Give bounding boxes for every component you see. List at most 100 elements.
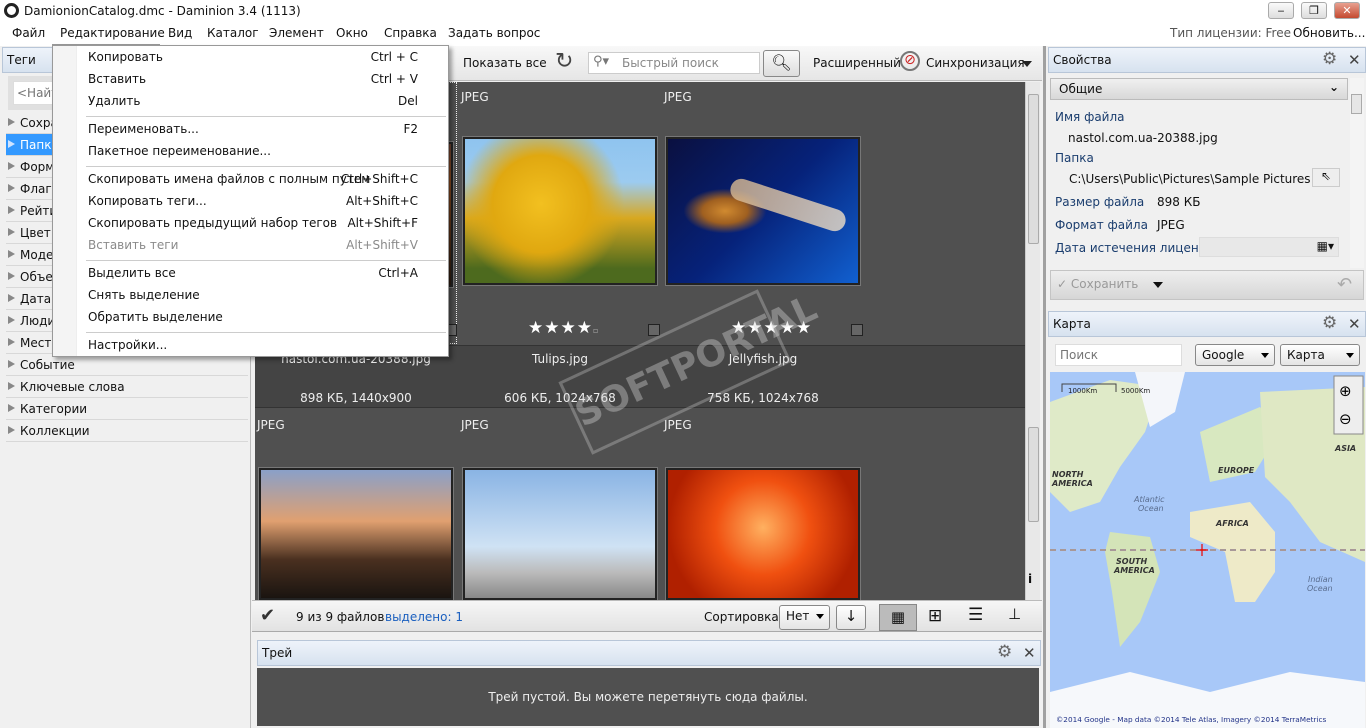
item-checkbox[interactable] <box>648 324 660 336</box>
expand-arrow-icon[interactable] <box>8 426 15 434</box>
quick-search-input[interactable]: ⚲▾ Быстрый поиск <box>588 52 760 74</box>
check-icon[interactable]: ✔ <box>260 605 275 626</box>
expand-arrow-icon[interactable] <box>8 250 15 258</box>
menu-help[interactable]: Справка <box>384 26 437 40</box>
menu-window[interactable]: Окно <box>336 26 368 40</box>
expand-arrow-icon[interactable] <box>8 228 15 236</box>
advanced-search-button[interactable]: Расширенный <box>813 56 901 70</box>
world-map[interactable]: 1000Km 5000Km ⊕ ⊖ NORTH AMERICA EUROPE A… <box>1050 372 1365 728</box>
expand-arrow-icon[interactable] <box>8 294 15 302</box>
thumbnail-chrysanthemum[interactable] <box>665 467 861 601</box>
expand-arrow-icon[interactable] <box>8 360 15 368</box>
minimize-button[interactable]: ‒ <box>1268 2 1294 19</box>
sync-button[interactable]: Синхронизация <box>926 56 1025 70</box>
star-icon[interactable]: ★ <box>561 318 577 338</box>
gear-icon[interactable]: ⚙ <box>1322 313 1337 333</box>
info-icon[interactable]: i <box>1028 572 1032 586</box>
menu-item[interactable]: Обратить выделение <box>88 310 418 324</box>
tree-item[interactable]: Событие <box>6 354 248 376</box>
menu-item[interactable]: Элемент <box>269 26 324 40</box>
view-filmstrip-icon[interactable]: ⊥ <box>1008 605 1021 623</box>
search-dropdown-icon[interactable]: ⚲▾ <box>593 54 609 69</box>
menu-ask-question[interactable]: Задать вопрос <box>448 26 540 40</box>
sort-select[interactable]: Нет <box>779 605 830 630</box>
close-icon[interactable]: ✕ <box>1348 315 1361 333</box>
zoom-slider[interactable] <box>1028 427 1039 522</box>
gear-icon[interactable]: ⚙ <box>997 642 1012 662</box>
undo-icon[interactable]: ↶ <box>1337 274 1352 295</box>
sync-dropdown-icon[interactable] <box>1022 61 1032 67</box>
save-dropdown-icon[interactable] <box>1153 282 1163 288</box>
menu-item[interactable]: Выделить все Ctrl+A <box>88 266 418 280</box>
menu-item[interactable]: Настройки... <box>88 338 418 352</box>
thumbnail-jellyfish[interactable] <box>665 136 861 286</box>
menu-item[interactable]: Вставить Ctrl + V <box>88 72 418 86</box>
refresh-icon[interactable]: ↻ <box>555 49 573 74</box>
menu-catalog[interactable]: Каталог <box>207 26 259 40</box>
scroll-thumb[interactable] <box>1028 94 1039 244</box>
expand-arrow-icon[interactable] <box>8 338 15 346</box>
view-thumbnails-icon[interactable]: ▦ <box>879 604 917 631</box>
menu-item[interactable]: Удалить Del <box>88 94 418 108</box>
file-size-value: 898 КБ <box>1157 195 1201 209</box>
tree-item[interactable]: Категории <box>6 398 248 420</box>
grid-scrollbar[interactable]: i <box>1025 82 1040 600</box>
sync-off-icon[interactable]: ⊘ <box>900 51 920 71</box>
close-icon[interactable]: ✕ <box>1023 644 1036 662</box>
show-all-button[interactable]: Показать все <box>463 56 547 70</box>
star-icon[interactable]: ★ <box>528 318 544 338</box>
menu-item[interactable]: Скопировать предыдущий набор тегов Alt+Sh… <box>88 216 418 230</box>
chevron-down-icon[interactable]: ⌄ <box>1329 80 1339 94</box>
tree-item[interactable]: Ключевые слова <box>6 376 248 398</box>
zoom-in-icon[interactable]: ⊕ <box>1339 382 1352 400</box>
open-folder-button[interactable]: ⇖ <box>1312 168 1340 187</box>
expand-arrow-icon[interactable] <box>8 118 15 126</box>
close-button[interactable]: ✕ <box>1334 2 1360 19</box>
expand-arrow-icon[interactable] <box>8 184 15 192</box>
expand-arrow-icon[interactable] <box>8 206 15 214</box>
expand-arrow-icon[interactable] <box>8 404 15 412</box>
expand-arrow-icon[interactable] <box>8 316 15 324</box>
menu-edit[interactable]: Редактирование <box>60 26 165 40</box>
file-name-value[interactable]: nastol.com.ua-20388.jpg <box>1068 131 1218 145</box>
expand-arrow-icon[interactable] <box>8 162 15 170</box>
menu-item[interactable]: Пакетное переименование... <box>88 144 418 158</box>
menu-view[interactable]: Вид <box>168 26 192 40</box>
empty-star-icon[interactable]: ▫ <box>593 326 599 335</box>
menu-item[interactable]: Скопировать имена файлов с полным путем C… <box>88 172 418 186</box>
expand-arrow-icon[interactable] <box>8 382 15 390</box>
star-icon[interactable]: ★ <box>544 318 560 338</box>
license-date-picker[interactable]: ▦▾ <box>1199 237 1339 257</box>
item-checkbox[interactable] <box>851 324 863 336</box>
thumbnail-tulips[interactable] <box>462 136 658 286</box>
map-type-select[interactable]: Карта <box>1280 344 1360 366</box>
sort-direction-button[interactable]: ↓ <box>836 605 866 630</box>
tree-item[interactable]: Коллекции <box>6 420 248 442</box>
view-grid-icon[interactable]: ⊞ <box>928 606 942 626</box>
map-search-input[interactable] <box>1055 344 1182 366</box>
menu-item[interactable]: Копировать теги... Alt+Shift+C <box>88 194 418 208</box>
update-link[interactable]: Обновить... <box>1293 26 1365 40</box>
thumbnail-penguins[interactable] <box>462 467 658 601</box>
menu-item[interactable]: Копировать Ctrl + C <box>88 50 418 64</box>
calendar-icon[interactable]: ▦▾ <box>1317 239 1334 253</box>
rating-stars-tulips[interactable]: ★★★★▫ <box>528 318 599 338</box>
star-icon[interactable]: ★ <box>577 318 593 338</box>
gear-icon[interactable]: ⚙ <box>1322 49 1337 69</box>
maximize-button[interactable]: ❐ <box>1301 2 1327 19</box>
selected-count[interactable]: выделено: 1 <box>385 610 463 624</box>
menu-item[interactable]: Снять выделение <box>88 288 418 302</box>
section-general[interactable]: Общие ⌄ <box>1050 78 1348 100</box>
expand-arrow-icon[interactable] <box>8 272 15 280</box>
map-provider-select[interactable]: Google <box>1195 344 1275 366</box>
close-icon[interactable]: ✕ <box>1348 51 1361 69</box>
zoom-out-icon[interactable]: ⊖ <box>1339 410 1352 428</box>
search-button[interactable]: 🔍︎ <box>763 50 800 77</box>
properties-scrollbar[interactable] <box>1350 78 1364 268</box>
menu-file[interactable]: Файл <box>12 26 45 40</box>
view-list-icon[interactable]: ☰ <box>968 605 983 625</box>
save-button[interactable]: ✓ Сохранить <box>1057 277 1138 291</box>
expand-arrow-icon[interactable] <box>8 140 15 148</box>
menu-item[interactable]: Переименовать... F2 <box>88 122 418 136</box>
thumbnail-lighthouse[interactable] <box>258 467 454 601</box>
